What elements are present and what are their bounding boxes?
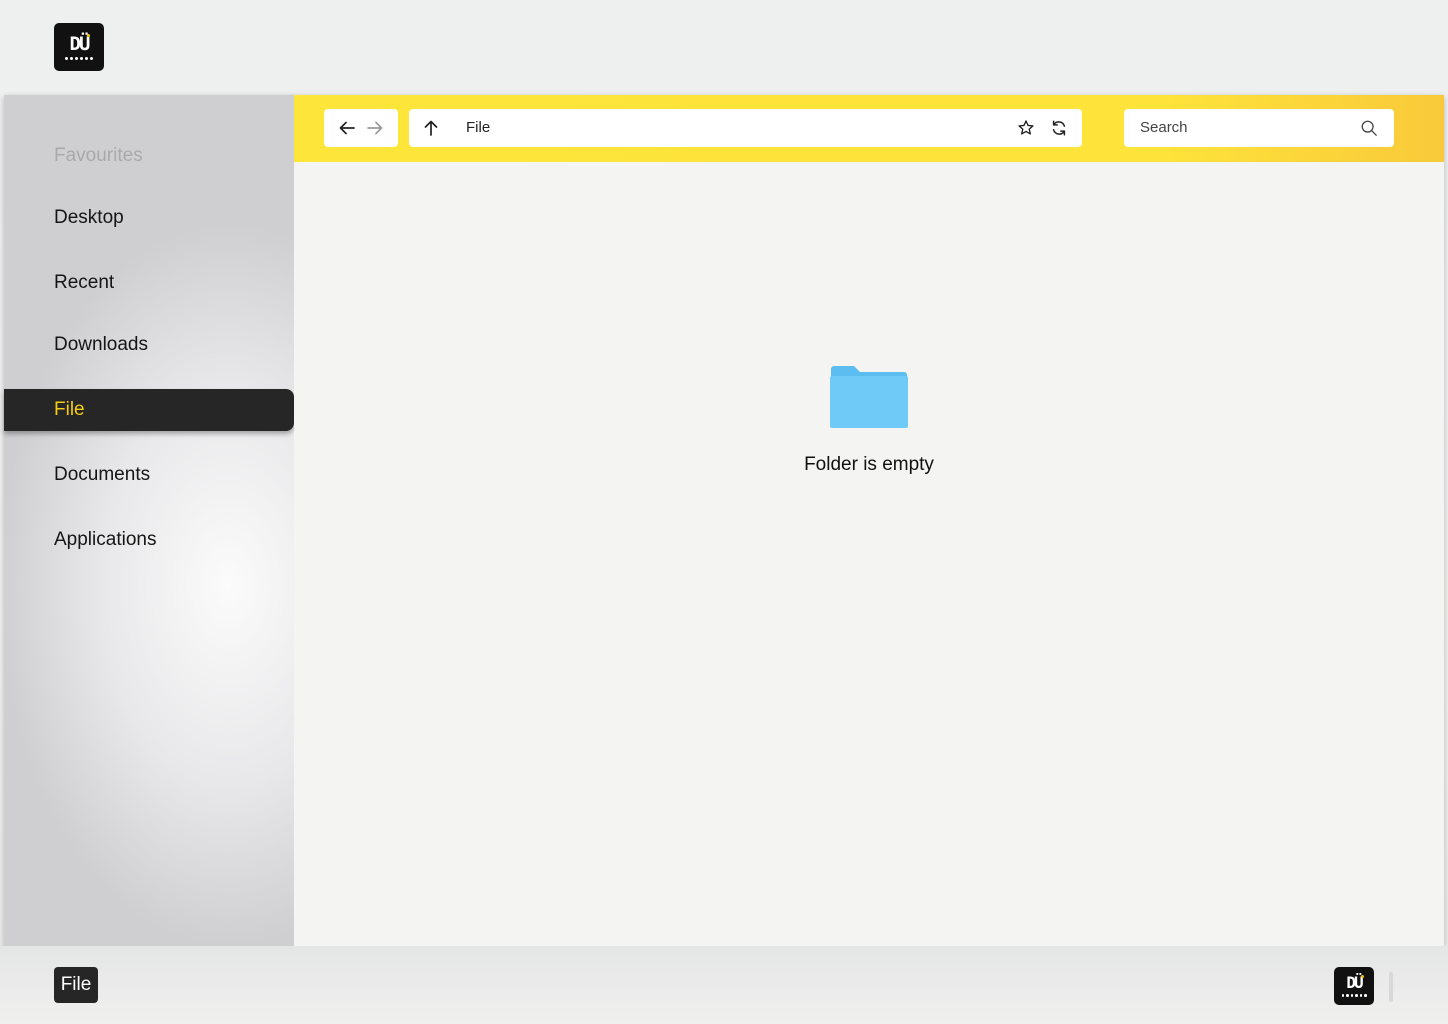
sidebar-item-recent[interactable]: Recent (4, 262, 294, 304)
search-field[interactable]: Search (1124, 109, 1394, 147)
arrow-right-icon[interactable] (365, 118, 385, 138)
sidebar-item-downloads[interactable]: Downloads (4, 324, 294, 366)
sidebar-item-documents[interactable]: Documents (4, 454, 294, 496)
search-input[interactable]: Search (1140, 119, 1188, 136)
star-icon[interactable] (1017, 119, 1035, 137)
main-pane: File Search Folder is empty (294, 95, 1444, 946)
address-path[interactable]: File (466, 119, 490, 136)
sidebar: Favourites Desktop Recent Downloads File… (4, 95, 294, 946)
sidebar-heading: Favourites (54, 145, 143, 166)
sidebar-item-file[interactable]: File (4, 389, 294, 431)
taskbar-file-app[interactable]: File (54, 967, 98, 1003)
refresh-icon[interactable] (1050, 119, 1068, 137)
arrow-left-icon[interactable] (337, 118, 357, 138)
taskbar (0, 946, 1448, 1024)
taskbar-handle[interactable] (1389, 972, 1393, 1002)
taskbar-logo-icon[interactable]: DÜ (1334, 967, 1374, 1005)
empty-folder-state: Folder is empty (774, 365, 964, 476)
folder-icon (829, 365, 909, 429)
address-bar[interactable]: File (409, 109, 1082, 147)
empty-folder-message: Folder is empty (804, 454, 934, 475)
sidebar-item-applications[interactable]: Applications (4, 519, 294, 561)
navigation-buttons (324, 109, 398, 147)
toolbar: File Search (294, 95, 1444, 162)
search-icon[interactable] (1360, 119, 1378, 137)
app-logo-icon[interactable]: DÜ (54, 23, 104, 71)
arrow-up-icon[interactable] (421, 118, 441, 138)
sidebar-item-desktop[interactable]: Desktop (4, 197, 294, 239)
file-manager-window: Favourites Desktop Recent Downloads File… (4, 95, 1444, 946)
